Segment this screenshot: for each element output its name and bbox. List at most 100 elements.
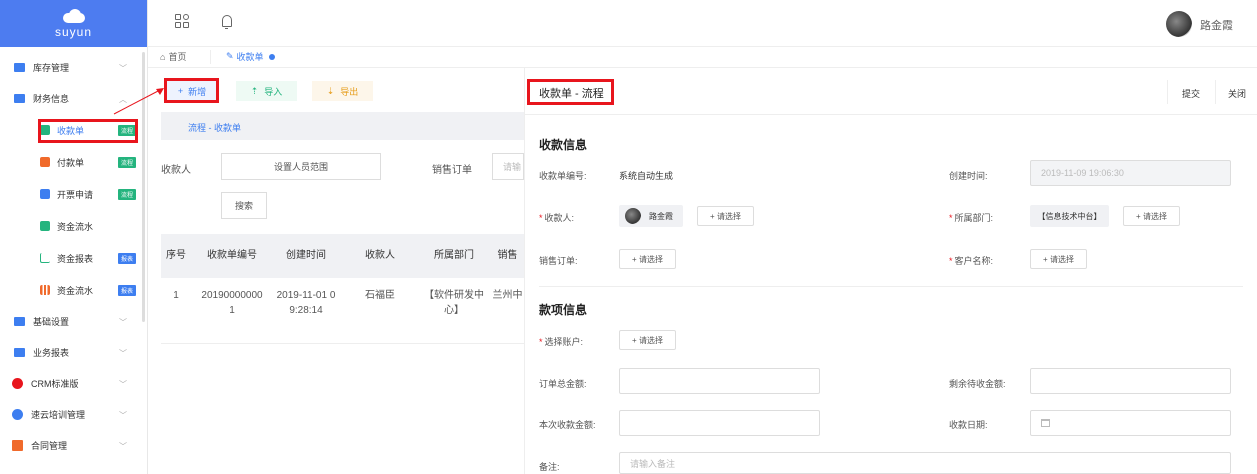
upload-icon: ⇡ bbox=[250, 85, 259, 96]
section-receipt-info: 收款信息 bbox=[539, 138, 588, 152]
payee-label: * 收款人: bbox=[539, 213, 575, 223]
chevron-down-icon: ﹀ bbox=[119, 64, 127, 73]
sales-order-label: 销售订单: bbox=[539, 256, 578, 266]
highlight-box bbox=[38, 119, 138, 143]
account-label: * 选择账户: bbox=[539, 337, 584, 347]
avatar bbox=[625, 208, 641, 224]
chevron-down-icon: ﹀ bbox=[119, 380, 127, 389]
order-filter-input[interactable]: 请输 bbox=[492, 153, 524, 180]
menu-training[interactable]: 速云培训管理 ﹀ bbox=[0, 399, 147, 430]
order-filter-label: 销售订单 bbox=[432, 165, 472, 176]
receipt-table: 序号 收款单编号 创建时间 收款人 所属部门 销售 1 20190000000 … bbox=[161, 234, 524, 344]
set-person-range-button[interactable]: 设置人员范围 bbox=[221, 153, 381, 180]
account-select-button[interactable]: + 请选择 bbox=[619, 330, 676, 350]
sidebar-item-invoice[interactable]: 开票申请 流程 bbox=[0, 178, 147, 210]
cloud-logo-icon bbox=[61, 8, 87, 23]
customer-label: * 客户名称: bbox=[949, 256, 994, 266]
col-order: 销售 bbox=[497, 250, 518, 261]
highlight-box bbox=[164, 78, 219, 103]
sub-label: 付款单 bbox=[57, 157, 85, 168]
receipt-date-label: 收款日期: bbox=[949, 420, 988, 430]
payee-filter-label: 收款人 bbox=[161, 165, 191, 176]
import-label: 导入 bbox=[264, 86, 283, 97]
sub-label: 资金报表 bbox=[57, 253, 94, 264]
sidebar-item-cashflow[interactable]: 资金流水 bbox=[0, 210, 147, 242]
username[interactable]: 路金霞 bbox=[1200, 17, 1233, 33]
folder-icon bbox=[14, 94, 25, 103]
sub-label: 资金流水 bbox=[57, 285, 94, 296]
cell-number-line: 1 bbox=[229, 305, 235, 316]
menu-contract[interactable]: 合同管理 ﹀ bbox=[0, 430, 147, 461]
submit-button[interactable]: 提交 bbox=[1182, 87, 1200, 100]
tab-receipt[interactable]: ✎ 收款单 bbox=[226, 50, 275, 63]
cell-created-line: 9:28:14 bbox=[289, 305, 323, 316]
search-button[interactable]: 搜索 bbox=[221, 192, 267, 219]
col-number: 收款单编号 bbox=[207, 250, 257, 261]
dept-label: * 所属部门: bbox=[949, 213, 994, 223]
sales-order-select-button[interactable]: + 请选择 bbox=[619, 249, 676, 269]
cell-payee: 石福臣 bbox=[365, 290, 395, 301]
this-amount-input[interactable] bbox=[619, 410, 820, 436]
menu-inventory[interactable]: 库存管理 ﹀ bbox=[0, 52, 147, 83]
remaining-label: 剩余待收金额: bbox=[949, 379, 1006, 389]
close-tab-icon[interactable] bbox=[268, 53, 275, 60]
training-icon bbox=[12, 409, 23, 420]
chevron-down-icon: ﹀ bbox=[119, 349, 127, 358]
flow-label[interactable]: 流程 - 收款单 bbox=[188, 121, 241, 134]
dept-chip[interactable]: 【信息技术中台】 bbox=[1030, 205, 1109, 227]
close-button[interactable]: 关闭 bbox=[1228, 87, 1246, 100]
report-badge: 报表 bbox=[118, 253, 137, 264]
home-icon: ⌂ bbox=[160, 51, 166, 62]
cell-created: 2019-11-01 0 9:28:14 bbox=[269, 288, 343, 318]
crm-icon bbox=[12, 378, 23, 389]
table-row[interactable]: 1 20190000000 1 2019-11-01 0 9:28:14 石福臣… bbox=[161, 278, 524, 344]
apps-grid-icon[interactable] bbox=[175, 14, 191, 30]
bell-icon[interactable] bbox=[220, 13, 234, 30]
menu-label: CRM标准版 bbox=[31, 379, 79, 389]
remaining-input[interactable] bbox=[1030, 368, 1231, 394]
sidebar-item-cashflow-report[interactable]: 资金流水 报表 bbox=[0, 274, 147, 306]
tab-divider bbox=[210, 50, 211, 64]
cell-dept-line: 心】 bbox=[444, 305, 464, 316]
menu-label: 业务报表 bbox=[33, 348, 70, 358]
cell-number-line: 20190000000 bbox=[201, 290, 263, 301]
menu-business-report[interactable]: 业务报表 ﹀ bbox=[0, 337, 147, 368]
sidebar-item-payment[interactable]: 付款单 流程 bbox=[0, 146, 147, 178]
receipt-number-value: 系统自动生成 bbox=[619, 171, 674, 181]
receipt-date-input[interactable] bbox=[1030, 410, 1231, 436]
payee-select-button[interactable]: + 请选择 bbox=[697, 206, 754, 226]
chevron-down-icon: ﹀ bbox=[119, 318, 127, 327]
contract-icon bbox=[12, 440, 23, 451]
menu-label: 财务信息 bbox=[33, 94, 70, 104]
dept-select-button[interactable]: + 请选择 bbox=[1123, 206, 1180, 226]
avatar[interactable] bbox=[1166, 11, 1192, 37]
menu-crm[interactable]: CRM标准版 ﹀ bbox=[0, 368, 147, 399]
folder-icon bbox=[14, 63, 25, 72]
tab-home[interactable]: ⌂ 首页 bbox=[160, 50, 186, 63]
sidebar-item-fund-report[interactable]: 资金报表 报表 bbox=[0, 242, 147, 274]
chevron-down-icon: ﹀ bbox=[119, 442, 127, 451]
payment-icon bbox=[40, 157, 50, 167]
flow-header: 流程 - 收款单 bbox=[161, 112, 524, 140]
order-total-input[interactable] bbox=[619, 368, 820, 394]
invoice-icon bbox=[40, 189, 50, 199]
receipt-list: + 新增 ⇡ 导入 ⇣ 导出 流程 - 收款单 收款人 设置人员范围 销售订单 … bbox=[148, 68, 524, 474]
logo[interactable]: suyun bbox=[0, 0, 147, 47]
created-time-label: 创建时间: bbox=[949, 171, 988, 181]
menu-label: 合同管理 bbox=[31, 441, 68, 451]
this-amount-label: 本次收款金额: bbox=[539, 420, 596, 430]
col-index: 序号 bbox=[166, 250, 186, 261]
flow-badge: 流程 bbox=[118, 157, 137, 168]
import-button[interactable]: ⇡ 导入 bbox=[236, 81, 297, 101]
brand-name: suyun bbox=[54, 24, 93, 39]
section-payment-info: 款项信息 bbox=[539, 303, 588, 317]
col-dept: 所属部门 bbox=[434, 250, 474, 261]
remark-textarea[interactable]: 请输入备注 bbox=[619, 452, 1231, 474]
cell-order: 兰州中 bbox=[492, 290, 523, 301]
menu-basic-settings[interactable]: 基础设置 ﹀ bbox=[0, 306, 147, 337]
bar-chart-icon bbox=[40, 285, 50, 295]
payee-chip[interactable]: 路金霞 bbox=[619, 205, 683, 227]
cell-number: 20190000000 1 bbox=[195, 288, 269, 318]
export-button[interactable]: ⇣ 导出 bbox=[312, 81, 373, 101]
customer-select-button[interactable]: + 请选择 bbox=[1030, 249, 1087, 269]
